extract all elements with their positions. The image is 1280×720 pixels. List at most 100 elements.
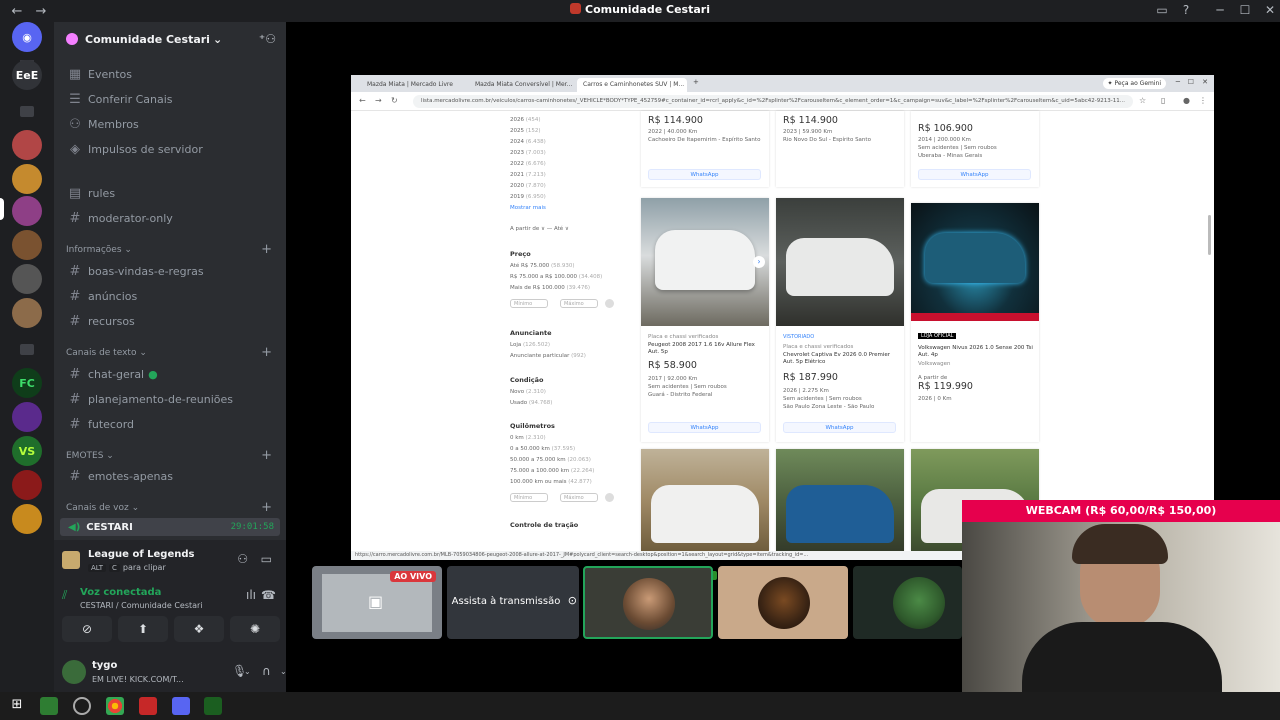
filter-year[interactable]: 2022 (6.676) [510, 161, 546, 167]
user-info[interactable]: tygo EM LIVE! KICK.COM/T... 🎙 ⌄ ∩ ⌄ ⚙ [54, 654, 305, 692]
listing-card-peugeot[interactable]: › Placa e chassi verificados Peugeot 200… [641, 198, 769, 442]
gemini-button[interactable]: ✦ Peça ao Gemini [1102, 78, 1166, 89]
add-member-icon[interactable]: ⁺⚇ [259, 32, 276, 46]
channel-planejamento[interactable]: # planejamento-de-reuniões [60, 388, 280, 410]
car-photo[interactable] [776, 198, 904, 326]
guild-avatar[interactable] [12, 164, 42, 194]
guild-vs[interactable]: VS [12, 436, 42, 466]
reload-icon[interactable]: ↻ [391, 96, 398, 105]
filter-km[interactable]: 0 a 50.000 km (37.595) [510, 446, 575, 452]
car-photo[interactable] [641, 449, 769, 551]
forward-arrow-icon[interactable]: → [375, 96, 382, 105]
km-go-button[interactable] [605, 493, 614, 502]
year-range[interactable]: A partir de ∨ — Até ∨ [510, 226, 569, 232]
price-max-input[interactable]: Máximo [560, 299, 598, 308]
soundwave-icon[interactable]: ılı [246, 588, 256, 602]
star-icon[interactable]: ☆ [1139, 96, 1146, 105]
activities-button[interactable]: ❖ [174, 616, 224, 642]
listing-title[interactable]: Chevrolet Captiva Ev 2026 0.0 Premier Au… [783, 352, 898, 366]
category-informacoes[interactable]: Informações ⌄ [66, 245, 132, 255]
carousel-next-icon[interactable]: › [753, 256, 765, 268]
channel-emotes-apenas[interactable]: # emotes-apenas [60, 465, 280, 487]
filter-price[interactable]: Até R$ 75.000 (58.930) [510, 263, 575, 269]
minimize-icon[interactable]: ─ [1210, 3, 1230, 17]
popout-icon[interactable]: ⊙ [568, 594, 577, 607]
guild-comunidade-cestari[interactable] [12, 196, 42, 226]
category-canais-de-texto[interactable]: Canais de texto ⌄ [66, 348, 147, 358]
car-photo[interactable] [776, 449, 904, 551]
category-emotes[interactable]: EMOTES ⌄ [66, 451, 114, 461]
channel-chat-geral[interactable]: # chat-geral ● [60, 363, 280, 385]
participant-tile[interactable] [853, 566, 962, 639]
close-icon[interactable]: ✕ [1202, 78, 1208, 86]
folder-icon[interactable] [20, 106, 34, 117]
chrome-icon[interactable] [106, 697, 124, 715]
watch-stream-label[interactable]: Assista à transmissão [447, 596, 565, 607]
listing-card[interactable]: R$ 114.900 2023 | 59.900 Km Rio Novo Do … [776, 111, 904, 187]
add-channel-icon[interactable]: + [261, 500, 272, 515]
browser-tab-active[interactable]: Carros e Caminhonetes SUV | M... [577, 78, 687, 92]
channel-recursos[interactable]: # recursos [60, 310, 280, 332]
price-min-input[interactable]: Mínimo [510, 299, 548, 308]
signal-icon[interactable]: ⫽ [62, 588, 67, 603]
guild-avatar[interactable] [12, 402, 42, 432]
filter-year[interactable]: 2020 (7.870) [510, 183, 546, 189]
listing-card-captiva[interactable]: VISTORIADO Placa e chassi verificados Ch… [776, 198, 904, 442]
voice-channel-cestari[interactable]: ◀) CESTARI 29:01:58 [60, 518, 280, 536]
listing-card[interactable]: R$ 106.900 2014 | 200.000 Km Sem acident… [911, 111, 1039, 187]
close-icon[interactable]: ✕ [1260, 3, 1280, 17]
listing-title[interactable]: Volkswagen Nivus 2026 1.0 Sense 200 Tsi … [918, 345, 1033, 359]
extensions-icon[interactable]: ▯ [1161, 96, 1165, 105]
car-photo[interactable] [911, 203, 1039, 321]
maximize-icon[interactable]: ☐ [1235, 3, 1255, 17]
menu-membros[interactable]: ⚇ Membros [60, 113, 280, 135]
discord-home-icon[interactable]: ◉ [12, 22, 42, 52]
menu-conferir-canais[interactable]: ☰ Conferir Canais [60, 88, 280, 110]
back-arrow-icon[interactable]: ← [359, 96, 366, 105]
listing-card-nivus[interactable]: LOJA OFICIAL Volkswagen Nivus 2026 1.0 S… [911, 203, 1039, 442]
menu-impulsos[interactable]: ◈ Impulsos de servidor [60, 138, 280, 160]
price-go-button[interactable] [605, 299, 614, 308]
browser-tab[interactable]: Mazda Miata | Mercado Livre [361, 78, 465, 92]
scrollbar-thumb[interactable] [1208, 215, 1211, 255]
server-header[interactable]: Comunidade Cestari ⌄ ⁺⚇ [54, 22, 286, 56]
guild-fc[interactable]: FC [12, 368, 42, 398]
show-more-link[interactable]: Mostrar mais [510, 205, 546, 211]
discord-icon[interactable] [172, 697, 190, 715]
add-channel-icon[interactable]: + [261, 242, 272, 257]
browser-tab[interactable]: Mazda Miata Conversível | Mer... [469, 78, 573, 92]
voice-location[interactable]: CESTARI / Comunidade Cestari [80, 601, 203, 610]
filter-year[interactable]: 2025 (152) [510, 128, 541, 134]
participant-tile-speaking[interactable] [583, 566, 713, 639]
whatsapp-button[interactable]: WhatsApp [648, 169, 761, 180]
guild-avatar[interactable] [12, 264, 42, 294]
filter-km[interactable]: 0 km (2.310) [510, 435, 546, 441]
filter-price[interactable]: Mais de R$ 100.000 (39.476) [510, 285, 590, 291]
windows-start-icon[interactable]: ⊞ [8, 697, 26, 715]
app-icon[interactable] [40, 697, 58, 715]
km-max-input[interactable]: Máximo [560, 493, 598, 502]
address-bar[interactable]: lista.mercadolivre.com.br/veiculos/carro… [413, 95, 1133, 108]
filter-year[interactable]: 2021 (7.213) [510, 172, 546, 178]
guild-avatar[interactable] [12, 298, 42, 328]
filter-km[interactable]: 100.000 km ou mais (42.877) [510, 479, 592, 485]
filter-condition[interactable]: Usado (94.768) [510, 400, 552, 406]
chevron-down-icon[interactable]: ⌄ [244, 667, 251, 676]
camera-off-button[interactable]: ⊘ [62, 616, 112, 642]
filter-km[interactable]: 75.000 a 100.000 km (22.264) [510, 468, 594, 474]
guild-avatar[interactable] [12, 230, 42, 260]
folder-icon[interactable] [20, 344, 34, 355]
filter-year[interactable]: 2019 (6.950) [510, 194, 546, 200]
km-min-input[interactable]: Mínimo [510, 493, 548, 502]
add-channel-icon[interactable]: + [261, 345, 272, 360]
whatsapp-button[interactable]: WhatsApp [648, 422, 761, 433]
add-channel-icon[interactable]: + [261, 448, 272, 463]
filter-seller[interactable]: Loja (126.502) [510, 342, 550, 348]
whatsapp-button[interactable]: WhatsApp [783, 422, 896, 433]
guild-avatar[interactable] [12, 470, 42, 500]
channel-rules[interactable]: ▤ rules [60, 182, 280, 204]
filter-price[interactable]: R$ 75.000 a R$ 100.000 (34.408) [510, 274, 602, 280]
watch-stream-tile[interactable]: Assista à transmissão ⊙ [447, 566, 579, 639]
members-icon[interactable]: ⚇ [237, 552, 248, 566]
channel-anuncios[interactable]: # anúncios [60, 285, 280, 307]
